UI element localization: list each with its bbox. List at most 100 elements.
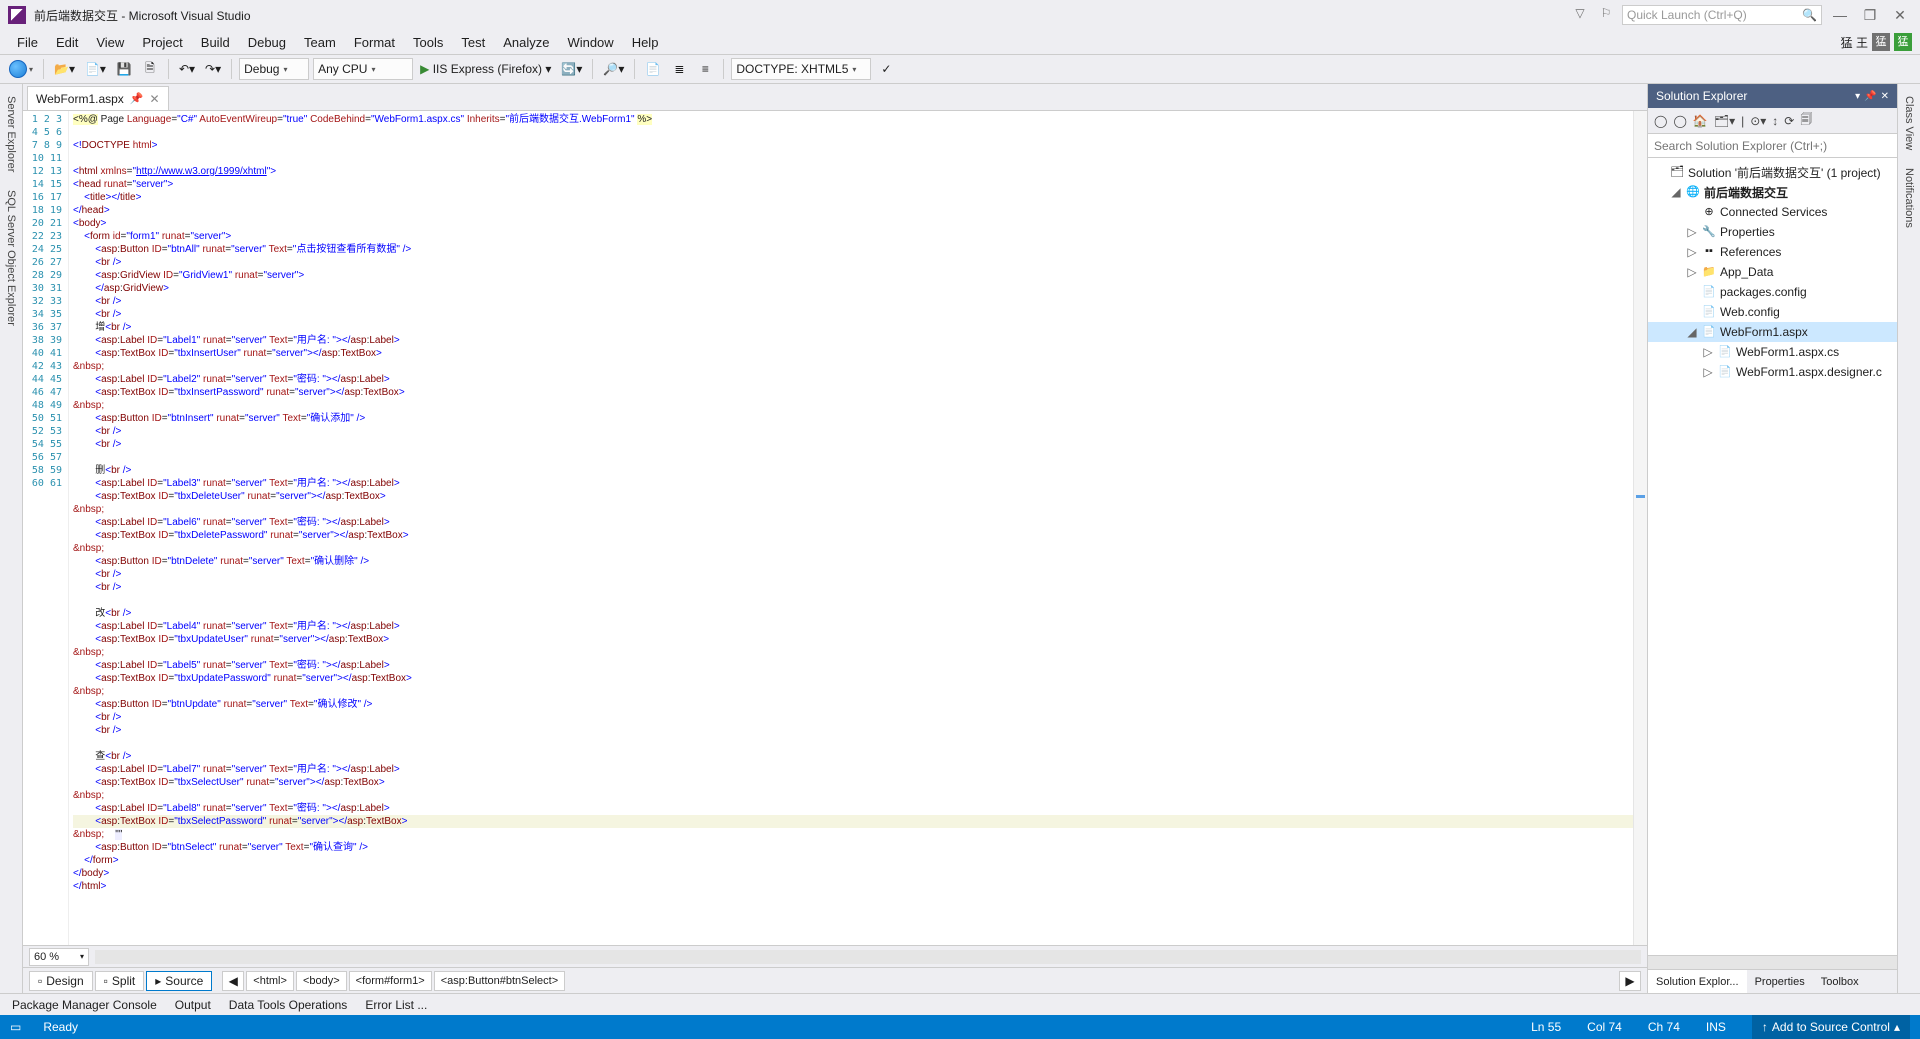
scroll-indicator[interactable] (1633, 111, 1647, 945)
undo-button[interactable]: ↶▾ (176, 58, 198, 80)
tree-item[interactable]: ⊕Connected Services (1648, 202, 1897, 222)
se-tab-properties[interactable]: Properties (1747, 970, 1813, 993)
config-dropdown[interactable]: Debug▾ (239, 58, 309, 80)
tree-item[interactable]: ▷🔧Properties (1648, 222, 1897, 242)
open-file-button[interactable]: 📂▾ (51, 58, 78, 80)
add-item-button[interactable]: 📄▾ (82, 58, 109, 80)
editor-area: WebForm1.aspx 📌 ✕ 1 2 3 4 5 6 7 8 9 10 1… (23, 84, 1647, 993)
menu-view[interactable]: View (87, 33, 133, 52)
close-icon[interactable]: ✕ (150, 92, 160, 106)
breadcrumb-item[interactable]: <body> (296, 971, 347, 991)
menu-edit[interactable]: Edit (47, 33, 87, 52)
se-dropdown-icon[interactable]: ▾ (1855, 91, 1860, 102)
menu-analyze[interactable]: Analyze (494, 33, 558, 52)
new-project-button[interactable]: ▾ (6, 58, 36, 80)
quick-launch-input[interactable]: Quick Launch (Ctrl+Q) 🔍 (1622, 5, 1822, 25)
tree-item[interactable]: ▷▪▪References (1648, 242, 1897, 262)
se-scrollbar[interactable] (1648, 955, 1897, 969)
outdent-button[interactable]: ≡ (694, 58, 716, 80)
source-view-button[interactable]: ▸ Source (146, 971, 212, 991)
flag-icon[interactable]: ⚐ (1596, 6, 1616, 24)
menu-help[interactable]: Help (623, 33, 668, 52)
add-source-control-button[interactable]: ↑ Add to Source Control ▴ (1752, 1015, 1910, 1039)
close-button[interactable]: ✕ (1888, 5, 1912, 25)
server-explorer-tab[interactable]: Server Explorer (5, 90, 17, 178)
tree-item[interactable]: ▷📄WebForm1.aspx.cs (1648, 342, 1897, 362)
se-collapse-button[interactable]: ↕ (1772, 114, 1778, 128)
user-name[interactable]: 猛 王 (1841, 34, 1868, 51)
tree-item[interactable]: ◢📄WebForm1.aspx (1648, 322, 1897, 342)
redo-button[interactable]: ↷▾ (202, 58, 224, 80)
solution-tree[interactable]: 🗂Solution '前后端数据交互' (1 project)◢🌐前后端数据交互… (1648, 158, 1897, 955)
sql-server-explorer-tab[interactable]: SQL Server Object Explorer (5, 184, 17, 332)
menu-window[interactable]: Window (558, 33, 622, 52)
restore-button[interactable]: ❐ (1858, 5, 1882, 25)
breadcrumb-next-button[interactable]: ▶ (1619, 971, 1641, 991)
notifications-tab[interactable]: Notifications (1903, 162, 1915, 234)
doctype-dropdown[interactable]: DOCTYPE: XHTML5▾ (731, 58, 871, 80)
user-badge-green-icon[interactable]: 猛 (1894, 33, 1912, 51)
status-line: Ln 55 (1531, 1020, 1561, 1034)
tree-item[interactable]: 🗂Solution '前后端数据交互' (1 project) (1648, 162, 1897, 182)
document-tabs: WebForm1.aspx 📌 ✕ (23, 84, 1647, 110)
indent-button[interactable]: ≣ (668, 58, 690, 80)
minimize-button[interactable]: — (1828, 5, 1852, 25)
se-forward-button[interactable]: ◯ (1673, 114, 1686, 128)
validate-button[interactable]: ✓ (875, 58, 897, 80)
tree-item[interactable]: ◢🌐前后端数据交互 (1648, 182, 1897, 202)
se-sync-button[interactable]: ⊙▾ (1750, 114, 1766, 128)
class-view-tab[interactable]: Class View (1903, 90, 1915, 156)
tree-item[interactable]: 📄Web.config (1648, 302, 1897, 322)
browser-link-button[interactable]: 🔄▾ (558, 58, 585, 80)
se-refresh-button[interactable]: ⟳ (1784, 114, 1794, 128)
se-back-button[interactable]: ◯ (1654, 114, 1667, 128)
comment-button[interactable]: 📄 (642, 58, 664, 80)
horizontal-scrollbar[interactable] (95, 950, 1641, 964)
se-scope-button[interactable]: 🗂▾ (1714, 114, 1735, 128)
split-view-button[interactable]: ▫ Split (95, 971, 145, 991)
save-button[interactable]: 💾 (113, 58, 135, 80)
design-view-button[interactable]: ▫ Design (29, 971, 93, 991)
tree-item[interactable]: ▷📁App_Data (1648, 262, 1897, 282)
breadcrumb-prev-button[interactable]: ◀ (222, 971, 244, 991)
se-show-all-button[interactable]: 🗐 (1800, 110, 1812, 131)
breadcrumb-item[interactable]: <html> (246, 971, 294, 991)
menu-build[interactable]: Build (192, 33, 239, 52)
tool-window-tab[interactable]: Data Tools Operations (229, 998, 348, 1012)
pin-icon[interactable]: 📌 (130, 92, 144, 105)
tool-window-tab[interactable]: Package Manager Console (12, 998, 157, 1012)
breadcrumb-item[interactable]: <asp:Button#btnSelect> (434, 971, 565, 991)
zoom-dropdown[interactable]: 60 %▾ (29, 948, 89, 966)
se-tab-toolbox[interactable]: Toolbox (1813, 970, 1867, 993)
se-home-button[interactable]: 🏠 (1693, 114, 1708, 128)
run-button[interactable]: ▶ IIS Express (Firefox) ▾ (417, 58, 554, 80)
feedback-icon[interactable]: ▽ (1570, 6, 1590, 24)
menu-debug[interactable]: Debug (239, 33, 295, 52)
tool-window-tab[interactable]: Error List ... (365, 998, 427, 1012)
solution-search[interactable] (1648, 134, 1897, 158)
right-rail: Class View Notifications (1897, 84, 1920, 993)
se-tab-solution[interactable]: Solution Explor... (1648, 970, 1747, 993)
platform-dropdown[interactable]: Any CPU▾ (313, 58, 413, 80)
se-pin-icon[interactable]: 📌 (1864, 91, 1876, 102)
save-all-button[interactable]: 🗎 (139, 58, 161, 80)
solution-search-input[interactable] (1648, 134, 1897, 157)
solution-explorer-toolbar: ◯ ◯ 🏠 🗂▾ | ⊙▾ ↕ ⟳ 🗐 (1648, 108, 1897, 134)
menu-tools[interactable]: Tools (404, 33, 452, 52)
document-tab[interactable]: WebForm1.aspx 📌 ✕ (27, 86, 169, 110)
tree-item[interactable]: ▷📄WebForm1.aspx.designer.c (1648, 362, 1897, 382)
menu-file[interactable]: File (8, 33, 47, 52)
breadcrumb-item[interactable]: <form#form1> (349, 971, 432, 991)
user-badge-icon[interactable]: 猛 (1872, 33, 1890, 51)
tree-item[interactable]: 📄packages.config (1648, 282, 1897, 302)
menu-team[interactable]: Team (295, 33, 345, 52)
menu-test[interactable]: Test (452, 33, 494, 52)
solution-explorer-title: Solution Explorer ▾ 📌 ✕ (1648, 84, 1897, 108)
find-button[interactable]: 🔎▾ (600, 58, 627, 80)
se-close-icon[interactable]: ✕ (1881, 91, 1889, 102)
menu-project[interactable]: Project (133, 33, 191, 52)
tool-window-tab[interactable]: Output (175, 998, 211, 1012)
code-editor[interactable]: 1 2 3 4 5 6 7 8 9 10 11 12 13 14 15 16 1… (23, 110, 1647, 945)
menu-format[interactable]: Format (345, 33, 404, 52)
code-body[interactable]: <%@ Page Language="C#" AutoEventWireup="… (69, 111, 1633, 945)
